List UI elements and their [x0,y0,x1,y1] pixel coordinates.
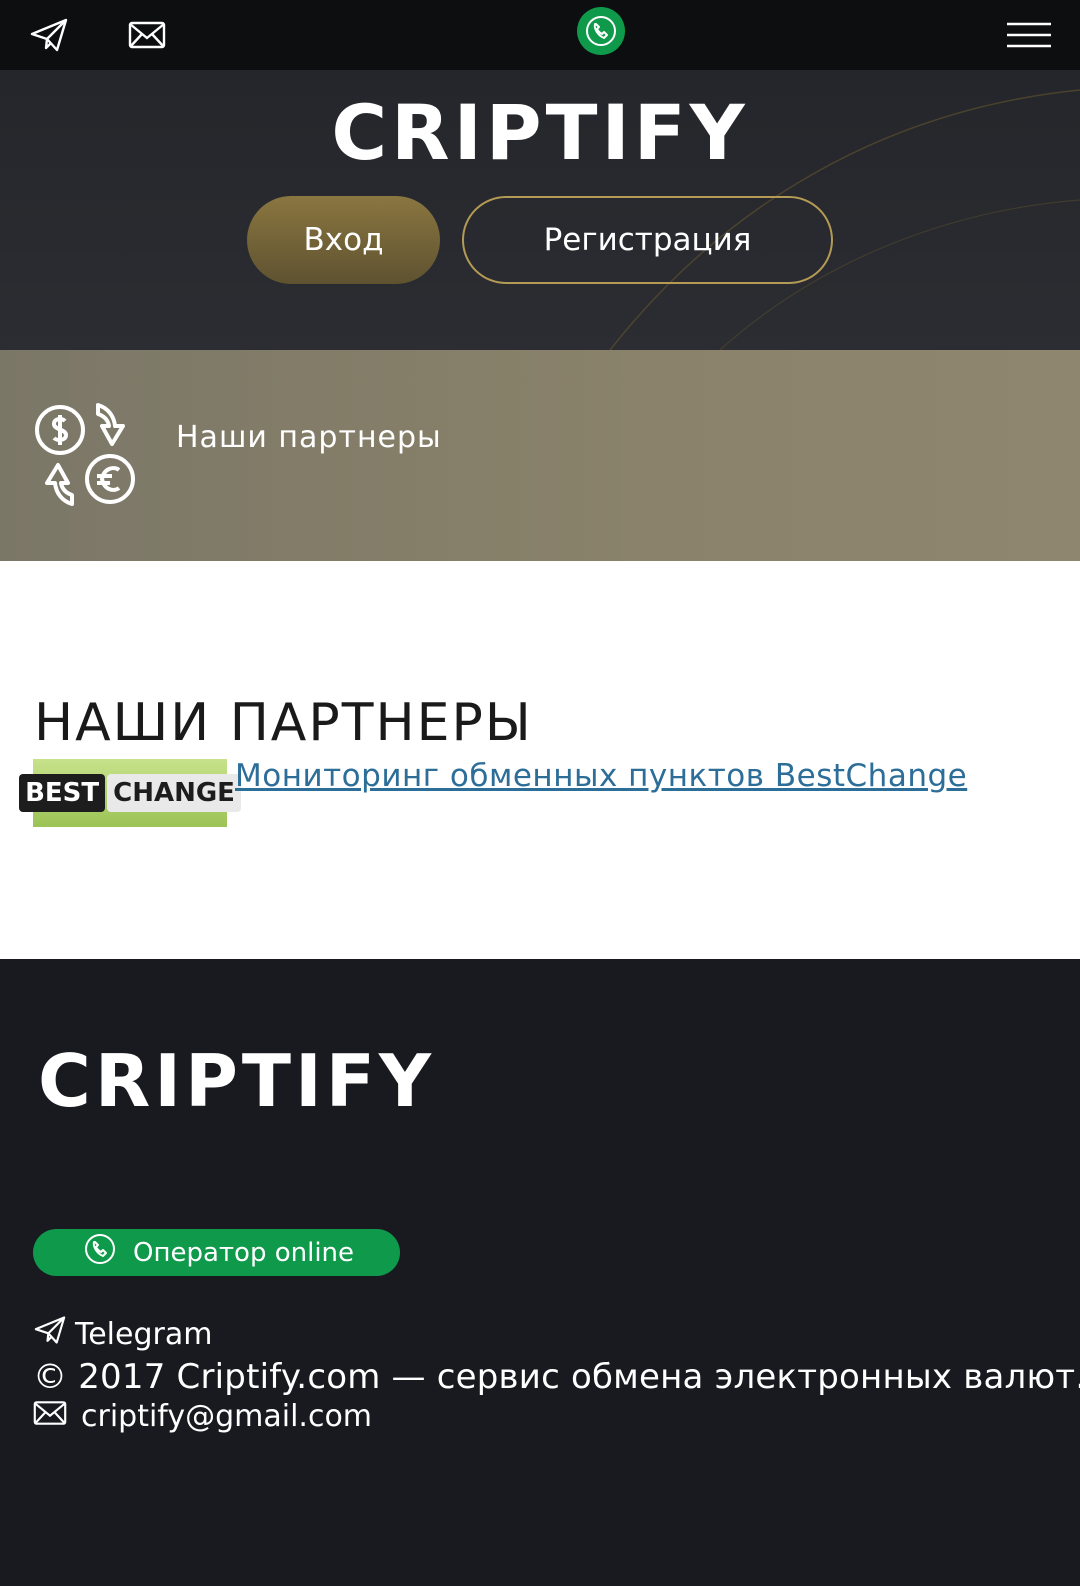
partners-section: НАШИ ПАРТНЕРЫ BEST CHANGE Мониторинг обм… [0,561,1080,959]
brand-logo[interactable]: CRIPTIFY [0,88,1080,177]
currency-exchange-icon [30,400,140,510]
telegram-icon [33,1315,67,1353]
footer-copyright: © 2017 Criptify.com — сервис обмена элек… [33,1357,1080,1397]
login-button[interactable]: Вход [247,196,440,284]
top-bar [0,0,1080,70]
bestchange-link[interactable]: Мониторинг обменных пунктов BestChange [235,758,967,794]
phone-icon [83,1232,117,1273]
telegram-icon[interactable] [26,12,72,58]
footer-email-link[interactable]: criptify@gmail.com [33,1399,372,1434]
operator-online-label: Оператор online [133,1237,355,1268]
menu-icon[interactable] [1006,12,1052,58]
phone-icon[interactable] [577,7,625,55]
bestchange-logo-best: BEST [19,774,106,812]
page-banner: Наши партнеры [0,350,1080,561]
footer-logo[interactable]: CRIPTIFY [38,1039,435,1123]
footer-telegram-link[interactable]: Telegram [33,1315,212,1353]
mail-icon [33,1399,67,1434]
register-button[interactable]: Регистрация [462,196,833,284]
banner-title: Наши партнеры [176,420,442,455]
mail-icon[interactable] [124,12,170,58]
footer: CRIPTIFY Оператор online Telegram © 2017… [0,959,1080,1586]
bestchange-logo-change: CHANGE [107,774,241,812]
footer-email: criptify@gmail.com [81,1399,373,1434]
partners-heading: НАШИ ПАРТНЕРЫ [34,693,533,753]
footer-telegram-label: Telegram [75,1316,213,1352]
operator-online-button[interactable]: Оператор online [33,1229,400,1276]
bestchange-logo[interactable]: BEST CHANGE [19,759,241,827]
hero-section: CRIPTIFY Вход Регистрация [0,70,1080,350]
